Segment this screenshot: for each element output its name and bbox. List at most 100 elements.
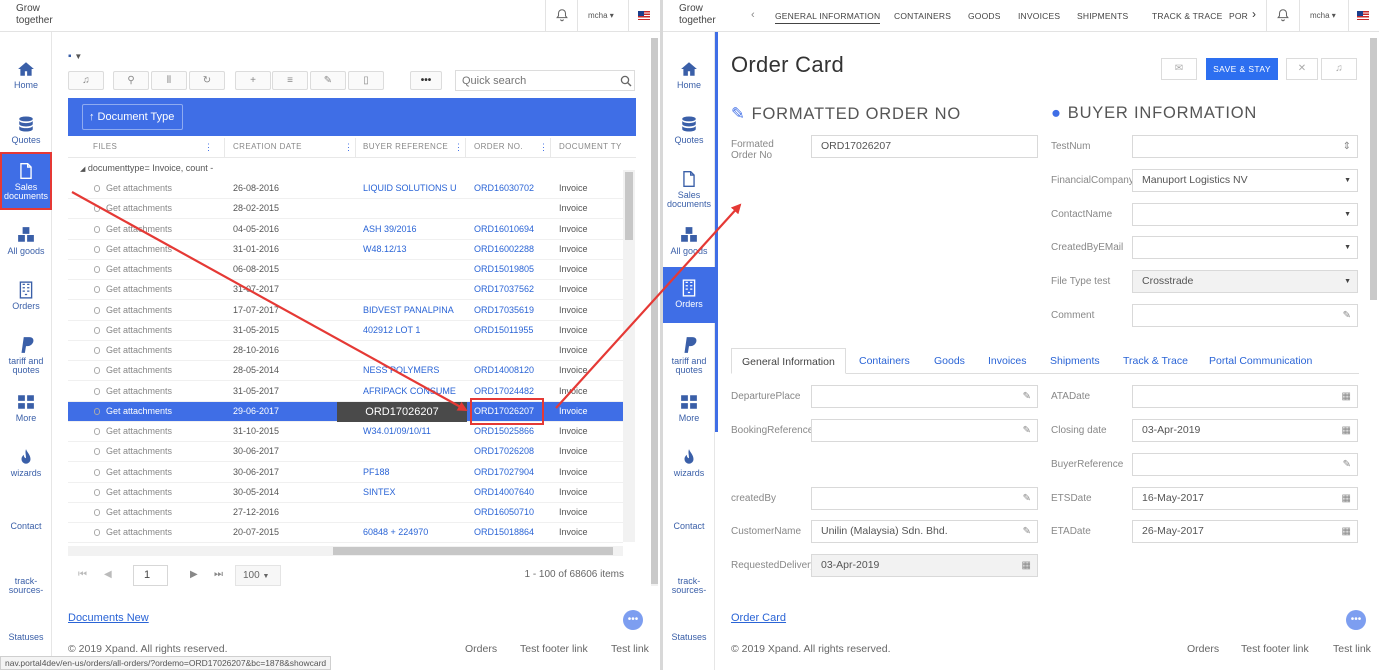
- general-field-input[interactable]: 03-Apr-2019 ▦: [811, 554, 1038, 577]
- nav-tab-shipments[interactable]: SHIPMENTS: [1077, 11, 1128, 21]
- caret-down-icon[interactable]: ▼: [1344, 237, 1351, 258]
- delete-button[interactable]: ▯: [348, 71, 384, 90]
- general-field-input[interactable]: ✎: [811, 487, 1038, 510]
- order-no-link[interactable]: ORD15019805: [474, 260, 538, 279]
- general-field-input[interactable]: ▦: [1132, 385, 1358, 408]
- table-row[interactable]: Get attachments 28-05-2014 NESS POLYMERS OR…: [68, 361, 623, 382]
- attachments-link[interactable]: Get attachments: [106, 301, 218, 320]
- nav-tab-general-information[interactable]: GENERAL INFORMATION: [775, 11, 881, 24]
- sidebar-item-contact[interactable]: Contact: [663, 522, 715, 531]
- table-row[interactable]: Get attachments 30-06-2017 PF188 ORD1702790…: [68, 463, 623, 483]
- tab-goods[interactable]: Goods: [934, 348, 965, 374]
- column-header-document-type[interactable]: DOCUMENT TY: [559, 138, 622, 156]
- attachments-link[interactable]: Get attachments: [106, 483, 218, 502]
- pencil-icon[interactable]: ✎: [1023, 521, 1031, 542]
- prev-page-icon[interactable]: ◀: [104, 569, 112, 580]
- table-row[interactable]: Get attachments 30-05-2014 SINTEX ORD140076…: [68, 483, 623, 503]
- sidebar-item-more[interactable]: More: [663, 387, 715, 441]
- filter-button[interactable]: ⚲: [113, 71, 149, 90]
- sidebar-item-all-goods[interactable]: All goods: [0, 220, 52, 274]
- attachments-link[interactable]: Get attachments: [106, 179, 218, 198]
- table-row[interactable]: Get attachments 30-06-2017 ORD17026208 Invo…: [68, 442, 623, 463]
- attachments-link[interactable]: Get attachments: [106, 442, 218, 461]
- pencil-icon[interactable]: ✎: [1023, 488, 1031, 509]
- notify-button[interactable]: ♫: [1321, 58, 1357, 80]
- general-field-input[interactable]: 16-May-2017 ▦: [1132, 487, 1358, 510]
- search-input[interactable]: [456, 71, 616, 90]
- vertical-scrollbar[interactable]: [623, 170, 635, 542]
- buyer-reference-cell[interactable]: ASH 39/2016: [363, 220, 458, 239]
- buyer-reference-cell[interactable]: W48.12/13: [363, 240, 458, 259]
- horizontal-scrollbar[interactable]: [68, 546, 623, 556]
- tab-track-trace[interactable]: Track & Trace: [1123, 348, 1188, 374]
- order-no-link[interactable]: ORD17035619: [474, 301, 538, 320]
- order-no-link[interactable]: ORD16002288: [474, 240, 538, 259]
- buyer-field-input[interactable]: ✎: [1132, 304, 1358, 327]
- buyer-reference-cell[interactable]: BIDVEST PANALPINA: [363, 301, 458, 320]
- pencil-icon[interactable]: ✎: [1023, 420, 1031, 441]
- order-no-link[interactable]: ORD16050710: [474, 503, 538, 522]
- pencil-icon[interactable]: ✎: [1023, 386, 1031, 407]
- table-row[interactable]: Get attachments 28-10-2016 Invoice: [68, 341, 623, 361]
- sidebar-item-more[interactable]: More: [0, 387, 52, 441]
- table-row[interactable]: Get attachments 27-12-2016 ORD16050710 Invo…: [68, 503, 623, 523]
- close-button[interactable]: ✕: [1286, 58, 1318, 80]
- pane-scrollbar[interactable]: [1370, 38, 1377, 300]
- attachments-link[interactable]: Get attachments: [106, 260, 218, 279]
- formatted-order-no-field[interactable]: ORD17026207: [811, 135, 1038, 158]
- nav-tab-containers[interactable]: CONTAINERS: [894, 11, 951, 21]
- calendar-icon[interactable]: ▦: [1022, 555, 1031, 576]
- tab-portal-communication[interactable]: Portal Communication: [1209, 348, 1312, 374]
- footer-link-test-footer[interactable]: Test footer link: [1241, 643, 1309, 655]
- edit-button[interactable]: ✎: [310, 71, 346, 90]
- order-card-link[interactable]: Order Card: [731, 612, 786, 624]
- buyer-field-input[interactable]: ▼: [1132, 202, 1358, 226]
- table-row[interactable]: Get attachments 31-05-2015 402912 LOT 1 ORD…: [68, 321, 623, 341]
- table-row[interactable]: Get attachments 06-08-2015 ORD15019805 Invo…: [68, 260, 623, 280]
- column-header-creation-date[interactable]: CREATION DATE: [233, 138, 302, 156]
- quick-search[interactable]: [455, 70, 635, 91]
- attachments-link[interactable]: Get attachments: [106, 422, 218, 441]
- calendar-icon[interactable]: ▦: [1342, 420, 1351, 441]
- buyer-reference-cell[interactable]: LIQUID SOLUTIONS U: [363, 179, 458, 198]
- table-row[interactable]: Get attachments 31-07-2017 ORD17037562 Invo…: [68, 280, 623, 301]
- page-size-select[interactable]: 100 ▼: [235, 565, 281, 586]
- attachments-link[interactable]: Get attachments: [106, 402, 218, 421]
- user-menu[interactable]: mcha ▾: [588, 11, 614, 20]
- sidebar-item-wizards[interactable]: wizards: [663, 442, 715, 496]
- buyer-reference-cell[interactable]: AFRIPACK CONSUME: [363, 382, 458, 401]
- sidebar-item-track-sources[interactable]: track-sources-: [663, 577, 715, 595]
- footer-link-orders[interactable]: Orders: [465, 643, 497, 655]
- buyer-field-input[interactable]: Manuport Logistics NV ▼: [1132, 168, 1358, 192]
- order-no-link[interactable]: ORD16030702: [474, 179, 538, 198]
- general-field-input[interactable]: 26-May-2017 ▦: [1132, 520, 1358, 543]
- caret-down-icon[interactable]: ▼: [1344, 204, 1351, 225]
- sidebar-item-sales-documents[interactable]: Sales documents: [663, 164, 715, 218]
- general-field-input[interactable]: 03-Apr-2019 ▦: [1132, 419, 1358, 442]
- attachments-link[interactable]: Get attachments: [106, 523, 218, 542]
- sidebar-item-home[interactable]: Home: [663, 54, 715, 108]
- buyer-reference-cell[interactable]: NESS POLYMERS: [363, 361, 458, 380]
- add-button[interactable]: +: [235, 71, 271, 90]
- order-no-link[interactable]: ORD17026208: [474, 442, 538, 461]
- sidebar-item-track-sources[interactable]: track-sources-: [0, 577, 52, 595]
- more-options-button[interactable]: •••: [410, 71, 442, 90]
- bell-icon[interactable]: [555, 8, 569, 22]
- tab-invoices[interactable]: Invoices: [988, 348, 1027, 374]
- buyer-field-input[interactable]: Crosstrade ▼: [1132, 270, 1358, 294]
- general-field-input[interactable]: ✎: [1132, 453, 1358, 476]
- group-row-invoice[interactable]: ◢ documenttype= Invoice, count -: [80, 163, 213, 173]
- email-button[interactable]: ✉: [1161, 58, 1197, 80]
- sidebar-item-sales-documents[interactable]: Sales documents: [0, 152, 52, 210]
- sidebar-item-wizards[interactable]: wizards: [0, 442, 52, 496]
- first-page-icon[interactable]: ⏮: [78, 569, 87, 580]
- notify-button[interactable]: ♫: [68, 71, 104, 90]
- general-field-input[interactable]: ✎: [811, 385, 1038, 408]
- sidebar-item-home[interactable]: Home: [0, 54, 52, 108]
- sidebar-item-quotes[interactable]: Quotes: [663, 109, 715, 163]
- last-page-icon[interactable]: ⏭: [214, 569, 223, 580]
- tabs-right-arrow-icon[interactable]: ›: [1252, 7, 1256, 21]
- column-header-order-no[interactable]: ORDER NO.: [474, 138, 523, 156]
- footer-link-test[interactable]: Test link: [1333, 643, 1371, 655]
- nav-tab-portal[interactable]: POR: [1229, 11, 1248, 21]
